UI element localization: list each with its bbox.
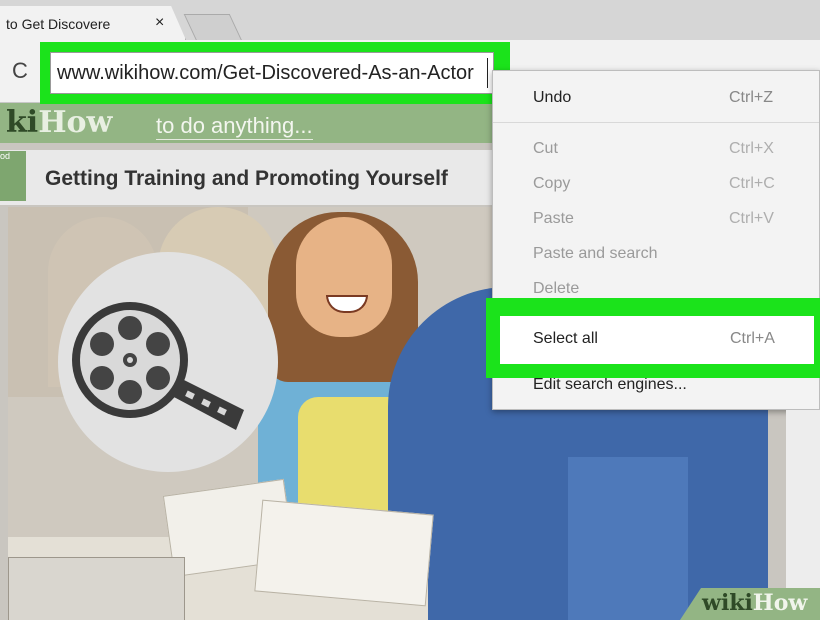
browser-tab[interactable]: to Get Discovere × — [0, 6, 186, 40]
woman-face — [296, 217, 392, 337]
menu-item-cut[interactable]: Cut Ctrl+X — [493, 132, 819, 166]
url-text: www.wikihow.com/Get-Discovered-As-an-Act… — [57, 62, 474, 84]
close-icon[interactable]: × — [155, 14, 164, 32]
menu-item-label: Delete — [533, 280, 580, 297]
menu-separator — [493, 122, 819, 123]
paper-sheet — [254, 499, 434, 607]
watermark-how: How — [752, 590, 808, 616]
menu-item-label: Edit search engines... — [533, 376, 687, 393]
laptop — [8, 557, 185, 620]
menu-item-paste[interactable]: Paste Ctrl+V — [493, 202, 819, 236]
watermark-text: wikiHow — [702, 590, 807, 616]
new-tab-button[interactable] — [183, 14, 243, 41]
menu-item-select-all[interactable]: Select all Ctrl+A — [500, 316, 814, 364]
tab-bar: to Get Discovere × — [0, 0, 820, 41]
menu-item-shortcut: Ctrl+X — [729, 140, 774, 157]
menu-item-paste-and-search[interactable]: Paste and search — [493, 237, 819, 271]
address-bar[interactable]: www.wikihow.com/Get-Discovered-As-an-Act… — [50, 52, 494, 94]
reload-icon[interactable]: C — [12, 58, 28, 84]
menu-item-label: Copy — [533, 175, 571, 192]
menu-item-label: Select all — [533, 330, 598, 347]
menu-item-copy[interactable]: Copy Ctrl+C — [493, 167, 819, 201]
menu-item-shortcut: Ctrl+C — [729, 175, 775, 192]
menu-item-shortcut: Ctrl+Z — [729, 89, 773, 106]
menu-item-label: Paste and search — [533, 245, 658, 262]
section-title: Getting Training and Promoting Yourself — [45, 167, 448, 190]
watermark-wiki: wiki — [702, 590, 753, 616]
screenshot-frame: to Get Discovere × C kiHow to do anythin… — [0, 0, 820, 620]
logo-wiki-text: ki — [6, 105, 39, 140]
menu-item-shortcut: Ctrl+A — [730, 330, 775, 347]
logo-how-text: How — [38, 105, 113, 140]
wikihow-logo[interactable]: kiHow — [6, 105, 112, 140]
wikihow-watermark: wikiHow — [680, 588, 820, 620]
tagline: to do anything... — [156, 113, 313, 140]
menu-item-label: Paste — [533, 210, 574, 227]
film-reel-icon — [72, 302, 244, 430]
wikihow-header: kiHow to do anything... — [0, 103, 500, 143]
text-caret — [487, 58, 488, 88]
menu-item-undo[interactable]: Undo Ctrl+Z — [493, 81, 819, 115]
man-shirt — [568, 457, 688, 620]
tab-title: to Get Discovere — [6, 16, 111, 32]
method-badge: od — [0, 151, 26, 201]
menu-item-shortcut: Ctrl+V — [729, 210, 774, 227]
menu-item-label: Cut — [533, 140, 558, 157]
badge-text: od — [0, 151, 11, 161]
menu-item-label: Undo — [533, 89, 572, 106]
